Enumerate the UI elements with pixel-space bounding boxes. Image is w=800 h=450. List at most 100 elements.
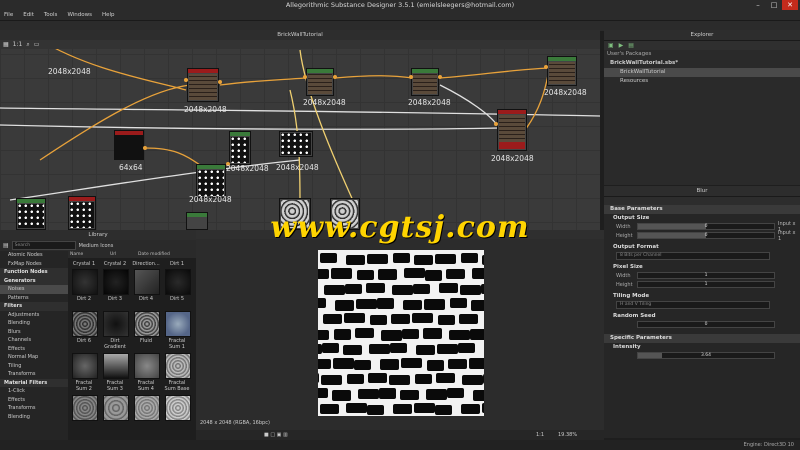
library-category-0[interactable]: Atomic Nodes [0,251,68,260]
node-port[interactable] [218,80,222,84]
random-seed-slider[interactable]: 0 [637,321,775,328]
library-category-1[interactable]: FxMap Nodes [0,260,68,269]
view-ratio[interactable]: 1:1 [536,430,544,440]
column-name[interactable]: Name [68,251,110,258]
library-category-14[interactable]: Transforms [0,370,68,379]
library-thumb-0[interactable] [72,269,98,295]
library-thumb-13[interactable] [103,395,129,421]
library-thumb-4[interactable] [72,311,98,337]
output-width-slider[interactable]: 0 [637,223,775,230]
library-thumb-7[interactable] [165,311,191,337]
graph-node-brick[interactable] [187,68,219,102]
explorer-item-resources[interactable]: Resources [604,77,800,86]
library-thumb-8[interactable] [72,353,98,379]
graph-node-output[interactable] [497,109,527,151]
library-category-7[interactable]: Adjustments [0,311,68,320]
node-port[interactable] [333,75,337,79]
graph-node-left[interactable] [16,198,46,230]
graph-node-bw-input[interactable] [68,196,96,230]
frame-icon[interactable]: ▭ [34,41,40,48]
library-category-6[interactable]: Filters [0,302,68,311]
minimize-button[interactable]: – [750,0,766,10]
zoom-ratio[interactable]: 1:1 [13,41,23,48]
library-thumb-9[interactable] [103,353,129,379]
pixel-width-slider[interactable]: 1 [637,272,775,279]
library-category-5[interactable]: Patterns [0,294,68,303]
specific-parameters-section[interactable]: Specific Parameters [604,334,800,343]
node-port[interactable] [143,146,147,150]
icon-size-select[interactable]: Medium Icons [79,243,114,249]
node-port[interactable] [303,75,307,79]
node-port[interactable] [438,75,442,79]
library-category-9[interactable]: Blurs [0,328,68,337]
library-category-19[interactable]: Blending [0,413,68,422]
node-port[interactable] [184,78,188,82]
graph-tab-header[interactable]: BrickWallTutorial [0,30,600,40]
output-format-select[interactable]: 8 Bits per Channel [616,252,770,260]
library-thumb-1[interactable] [103,269,129,295]
graph-node-stone-2[interactable] [330,198,360,230]
library-search-input[interactable]: Search [11,241,76,250]
magnifier-icon[interactable]: ⌕ [26,41,29,49]
library-view-icon[interactable]: ▤ [3,242,9,249]
library-thumb-10[interactable] [134,353,160,379]
tiling-mode-select[interactable]: H and V Tiling [616,301,770,309]
library-category-3[interactable]: Generators [0,276,68,285]
grid-icon[interactable]: ▦ [3,41,9,48]
menu-help[interactable]: Help [102,10,115,20]
explorer-item-graph[interactable]: BrickWallTutorial [604,68,800,77]
library-category-17[interactable]: Effects [0,396,68,405]
open-icon[interactable]: ▶ [619,42,624,49]
graph-node-blend-2[interactable] [411,68,439,96]
library-category-15[interactable]: Material Filters [0,378,68,387]
library-thumb-3[interactable] [165,269,191,295]
library-category-11[interactable]: Effects [0,345,68,354]
graph-node-stone[interactable] [279,198,311,230]
library-thumb-5[interactable] [103,311,129,337]
node-port[interactable] [494,122,498,126]
save-icon[interactable]: ▤ [628,42,634,49]
graph-view[interactable]: 2048x2048 2048x2048 2048x2048 2048x2048 … [0,30,600,230]
library-thumb-11[interactable] [165,353,191,379]
library-category-12[interactable]: Normal Map [0,353,68,362]
close-button[interactable]: ✕ [782,0,798,10]
library-category-16[interactable]: 1-Click [0,387,68,396]
library-category-4[interactable]: Noises [0,285,68,294]
library-category-18[interactable]: Transforms [0,404,68,413]
graph-node-bw-blur[interactable] [196,164,226,198]
explorer-item-package[interactable]: BrickWallTutorial.sbs* [604,59,800,68]
base-parameters-section[interactable]: Base Parameters [604,205,800,214]
column-date[interactable]: Date modified [138,251,170,258]
library-category-2[interactable]: Function Nodes [0,268,68,277]
menu-tools[interactable]: Tools [44,10,58,20]
library-thumb-14[interactable] [134,395,160,421]
new-package-icon[interactable]: ▣ [608,42,614,49]
graph-node-uniform-color[interactable] [114,130,144,160]
column-url[interactable]: Url [110,251,138,258]
pixel-height-slider[interactable]: 1 [637,281,775,288]
maximize-button[interactable]: □ [766,0,782,10]
graph-node-small[interactable] [186,212,208,230]
output-height-slider[interactable]: 0 [637,232,775,239]
texture-preview[interactable] [285,250,506,416]
node-port[interactable] [409,75,413,79]
menu-file[interactable]: File [4,10,13,20]
library-category-8[interactable]: Blending [0,319,68,328]
library-thumb-2[interactable] [134,269,160,295]
graph-node-blend[interactable] [306,68,334,96]
node-port[interactable] [544,65,548,69]
2d-view-panel[interactable]: 2048 x 2048 (RGBA, 16bpc) ■ □ ▣ ▥ 1:1 19… [196,230,604,440]
graph-node-filter[interactable] [229,131,251,165]
library-thumb-12[interactable] [72,395,98,421]
library-category-13[interactable]: Tiling [0,362,68,371]
output-height-relative[interactable]: Input x 1 [778,230,800,242]
intensity-slider[interactable]: 3.64 [637,352,775,359]
library-thumb-15[interactable] [165,395,191,421]
library-thumb-6[interactable] [134,311,160,337]
graph-node-bw-pattern[interactable] [279,131,313,157]
menu-edit[interactable]: Edit [23,10,34,20]
channel-icons[interactable]: ■ □ ▣ ▥ [264,430,288,440]
menu-windows[interactable]: Windows [67,10,92,20]
graph-node-output-blend[interactable] [547,56,577,86]
view-zoom[interactable]: 19.38% [558,430,577,440]
